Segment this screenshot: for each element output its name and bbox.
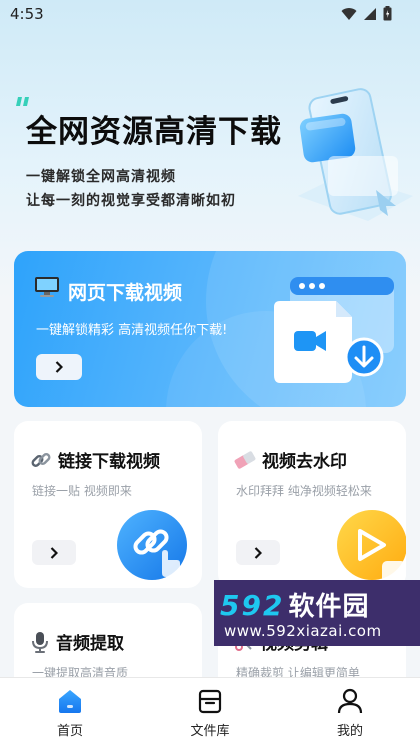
nav-label: 首页	[56, 724, 83, 739]
watermark-number: 592	[220, 589, 285, 622]
hero-title: 全网资源高清下载	[26, 114, 282, 150]
hero-subtitle-1: 一键解锁全网高清视频	[26, 169, 176, 185]
monitor-icon	[35, 277, 59, 297]
card-description: 链接一贴 视频即来	[32, 484, 132, 498]
video-play-icon	[337, 510, 406, 583]
card-title-row: 视频去水印	[234, 447, 347, 472]
remove-watermark-button[interactable]	[236, 540, 280, 565]
remove-watermark-card[interactable]: 视频去水印 水印拜拜 纯净视频轻松来	[218, 421, 406, 588]
card-title: 链接下载视频	[58, 452, 160, 472]
link-download-button[interactable]	[32, 540, 76, 565]
video-download-illustration	[274, 277, 394, 383]
home-icon	[59, 690, 81, 713]
banner-description: 一键解锁精彩 高清视频任你下载!	[36, 323, 228, 338]
box-archive-icon	[198, 689, 222, 714]
battery-icon	[383, 6, 392, 21]
bottom-nav: 首页 文件库 我的	[0, 677, 420, 747]
card-title: 音频提取	[56, 634, 124, 654]
web-download-banner[interactable]: 网页下载视频 一键解锁精彩 高清视频任你下载!	[14, 251, 406, 407]
chevron-right-icon	[55, 361, 63, 373]
microphone-icon	[32, 631, 48, 653]
watermark-text: 软件园	[288, 592, 370, 622]
banner-go-button[interactable]	[36, 354, 82, 380]
nav-profile[interactable]: 我的	[310, 686, 390, 739]
watermark-url: www.592xiazai.com	[224, 622, 382, 640]
nav-file-library[interactable]: 文件库	[170, 686, 250, 739]
watermark-brand: 592 软件园	[220, 586, 369, 623]
user-icon	[337, 688, 363, 714]
nav-label: 我的	[336, 724, 363, 739]
wifi-icon	[341, 7, 357, 20]
banner-title: 网页下载视频	[68, 282, 183, 304]
link-download-card[interactable]: 链接下载视频 链接一贴 视频即来	[14, 421, 202, 588]
card-title: 视频去水印	[262, 452, 347, 472]
card-description: 水印拜拜 纯净视频轻松来	[236, 484, 372, 498]
card-title-row: 音频提取	[30, 629, 124, 654]
site-watermark: 592 软件园 www.592xiazai.com	[214, 580, 420, 646]
status-time: 4:53	[10, 5, 44, 23]
eraser-icon	[234, 450, 256, 469]
status-bar: 4:53	[0, 0, 420, 28]
link-download-icon	[117, 510, 187, 580]
phone-illustration	[298, 88, 413, 221]
status-icons	[341, 6, 392, 21]
signal-icon	[364, 7, 376, 20]
chevron-right-icon	[254, 546, 262, 559]
chevron-right-icon	[50, 546, 58, 559]
hero-subtitle-2: 让每一刻的视觉享受都清晰如初	[26, 193, 236, 209]
card-title-row: 链接下载视频	[30, 447, 160, 472]
link-chain-icon	[31, 452, 51, 467]
nav-label: 文件库	[190, 724, 230, 739]
nav-home[interactable]: 首页	[30, 686, 110, 739]
